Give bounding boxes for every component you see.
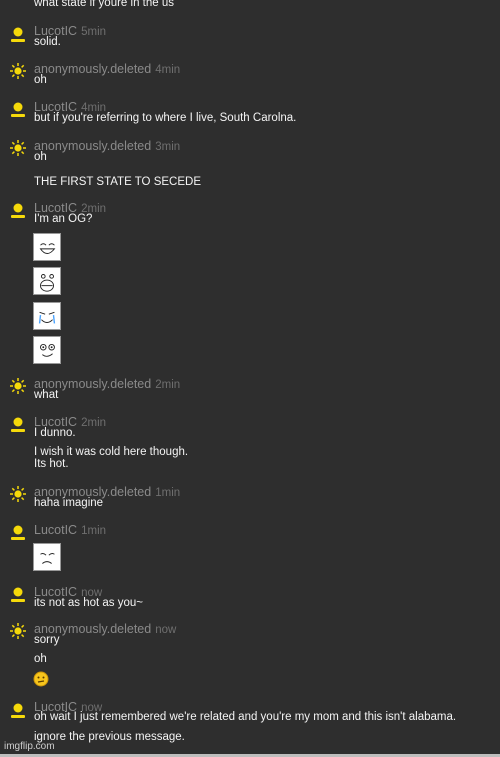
username[interactable]: anonymously.deleted — [34, 139, 151, 153]
derp-meme-face-icon[interactable] — [33, 336, 61, 364]
message-text: its not as hot as you~ — [34, 597, 143, 609]
message-text: oh — [34, 653, 47, 665]
sun-icon — [10, 486, 26, 502]
sun-icon — [10, 63, 26, 79]
message-text: oh wait I just remembered we're related … — [34, 711, 457, 723]
user-icon — [11, 102, 25, 117]
user-icon — [11, 27, 25, 42]
chat-log: what state if youre in the us LucotIC 5mi… — [0, 0, 500, 757]
message-text: what state if youre in the us — [34, 0, 174, 9]
imgflip-watermark: imgflip.com — [4, 741, 55, 752]
timestamp: 2min — [81, 417, 107, 429]
message-text: ignore the previous message. — [34, 731, 185, 743]
message-text: but if you're referring to where I live,… — [34, 112, 297, 124]
message-header: anonymously.deleted 3min — [34, 139, 180, 154]
message-header: LucotIC 1min — [34, 523, 106, 538]
message-text: I dunno. — [34, 427, 76, 439]
user-icon — [11, 587, 25, 602]
message-header: anonymously.deleted 4min — [34, 62, 180, 77]
crying-meme-face-icon[interactable] — [33, 302, 61, 330]
message-text: what — [34, 389, 59, 401]
username[interactable]: LucotIC — [34, 523, 77, 537]
user-icon — [11, 417, 25, 432]
happy-meme-face-icon[interactable] — [33, 233, 61, 261]
message-text: oh — [34, 151, 47, 163]
timestamp: now — [155, 624, 177, 636]
sun-icon — [10, 378, 26, 394]
neutral-face-emoji-icon — [33, 671, 49, 687]
timestamp: 4min — [155, 64, 181, 76]
message-text: THE FIRST STATE TO SECEDE — [34, 176, 201, 188]
username[interactable]: anonymously.deleted — [34, 62, 151, 76]
timestamp: 2min — [155, 379, 181, 391]
sad-meme-face-icon[interactable] — [33, 543, 61, 571]
user-icon — [11, 703, 25, 718]
timestamp: 3min — [155, 141, 181, 153]
message-text: oh — [34, 74, 47, 86]
timestamp: 1min — [81, 525, 107, 537]
sun-icon — [10, 623, 26, 639]
user-icon — [11, 525, 25, 540]
user-icon — [11, 203, 25, 218]
timestamp: 5min — [81, 26, 107, 38]
message-text: I'm an OG? — [34, 213, 93, 225]
message-text: sorry — [34, 634, 60, 646]
message-text: haha imagine — [34, 497, 104, 509]
message-text: solid. — [34, 36, 61, 48]
message-text: Its hot. — [34, 458, 69, 470]
laughing-meme-face-icon[interactable] — [33, 267, 61, 295]
sun-icon — [10, 140, 26, 156]
timestamp: 1min — [155, 487, 181, 499]
